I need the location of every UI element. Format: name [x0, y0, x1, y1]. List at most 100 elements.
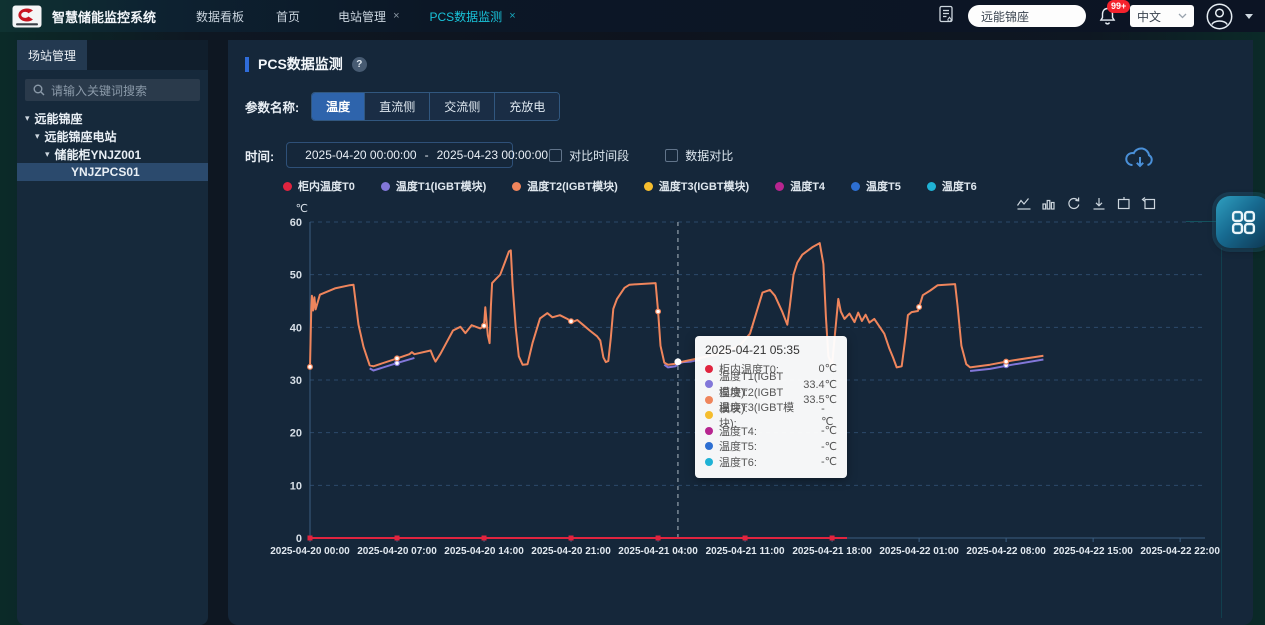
tree-item-label: YNJZPCS01 [71, 165, 140, 179]
series-dot-icon [705, 427, 713, 435]
tooltip-series-value: 33.4℃ [793, 378, 837, 391]
user-menu-caret-icon[interactable] [1245, 14, 1253, 19]
legend-item-温度T5[interactable]: 温度T5 [851, 178, 901, 194]
tooltip-row: 温度T3(IGBT模块):-℃ [705, 408, 837, 424]
legend-item-温度T1(IGBT模块)[interactable]: 温度T1(IGBT模块) [381, 178, 486, 194]
series-dot-icon [705, 411, 713, 419]
legend-label: 温度T5 [866, 178, 901, 194]
tooltip-series-label: 温度T6: [719, 454, 757, 470]
legend-item-温度T6[interactable]: 温度T6 [927, 178, 977, 194]
tooltip-row: 温度T6: -℃ [705, 454, 837, 470]
app-title: 智慧储能监控系统 [52, 7, 156, 26]
legend-dot-icon [927, 182, 936, 191]
legend-label: 温度T6 [942, 178, 977, 194]
sidebar-search-input[interactable]: 请输入关键词搜索 [25, 79, 200, 101]
nav-right: 远能锦座 99+ 中文 [936, 3, 1253, 30]
tree-item-储能柜YNJZ001[interactable]: ▾ 储能柜YNJZ001 [17, 145, 208, 163]
svg-text:2025-04-20 07:00: 2025-04-20 07:00 [357, 546, 437, 557]
toolbox-bar-chart-icon[interactable] [1041, 196, 1057, 212]
svg-text:50: 50 [290, 270, 302, 282]
decor-line [1221, 248, 1222, 618]
svg-text:2025-04-21 18:00: 2025-04-21 18:00 [792, 546, 872, 557]
legend-dot-icon [851, 182, 860, 191]
sidebar-tab-row: 场站管理 [17, 40, 208, 70]
language-select[interactable]: 中文 [1130, 5, 1194, 27]
legend-label: 温度T2(IGBT模块) [527, 178, 617, 194]
station-search-value: 远能锦座 [981, 8, 1029, 25]
legend-dot-icon [644, 182, 653, 191]
svg-text:2025-04-22 15:00: 2025-04-22 15:00 [1053, 546, 1133, 557]
close-icon[interactable]: × [509, 10, 515, 22]
nav-tab-label: 电站管理 [338, 8, 386, 25]
legend-dot-icon [512, 182, 521, 191]
svg-text:20: 20 [290, 428, 302, 440]
legend-label: 温度T1(IGBT模块) [396, 178, 486, 194]
close-icon[interactable]: × [393, 10, 399, 22]
legend-item-温度T4[interactable]: 温度T4 [775, 178, 825, 194]
nav-menu-item-1[interactable]: 首页 [276, 8, 300, 25]
tree-caret-icon[interactable]: ▾ [25, 113, 30, 124]
series-dot-icon [705, 442, 713, 450]
svg-text:2025-04-21 11:00: 2025-04-21 11:00 [706, 546, 785, 557]
tooltip-series-label: 温度T5: [719, 438, 757, 454]
nav-tab-1[interactable]: PCS数据监测 × [430, 8, 516, 25]
toolbox-line-chart-icon[interactable] [1016, 196, 1032, 212]
toolbox-save-image-icon[interactable] [1091, 196, 1107, 212]
nav-tabs: 电站管理 × PCS数据监测 × [338, 8, 516, 25]
toolbox-zoom-reset-icon[interactable] [1141, 196, 1157, 212]
series-dot-icon [705, 396, 713, 404]
legend-item-温度T3(IGBT模块)[interactable]: 温度T3(IGBT模块) [644, 178, 749, 194]
toolbox-restore-icon[interactable] [1066, 196, 1082, 212]
tree-item-远能锦座[interactable]: ▾ 远能锦座 [17, 109, 208, 127]
y-axis-unit: ℃ [286, 202, 308, 215]
legend-dot-icon [283, 182, 292, 191]
svg-text:40: 40 [290, 322, 302, 334]
tree-item-YNJZPCS01[interactable]: YNJZPCS01 [17, 163, 208, 181]
chart-toolbox [1016, 196, 1157, 212]
station-tree: ▾ 远能锦座 ▾ 远能锦座电站 ▾ 储能柜YNJZ001 YNJZPCS01 [17, 109, 208, 181]
sidebar-tab-station-management[interactable]: 场站管理 [17, 40, 87, 70]
legend-label: 柜内温度T0 [298, 178, 355, 194]
tree-caret-icon[interactable]: ▾ [45, 149, 50, 160]
chart-legend: 柜内温度T0 温度T1(IGBT模块) 温度T2(IGBT模块) 温度T3(IGBT模… [283, 178, 977, 194]
tree-item-label: 远能锦座 [35, 110, 83, 127]
tree-item-label: 储能柜YNJZ001 [55, 146, 142, 163]
legend-dot-icon [775, 182, 784, 191]
station-search-input[interactable]: 远能锦座 [968, 5, 1086, 27]
svg-text:2025-04-22 01:00: 2025-04-22 01:00 [879, 546, 959, 557]
tree-item-远能锦座电站[interactable]: ▾ 远能锦座电站 [17, 127, 208, 145]
sidebar-search-placeholder: 请输入关键词搜索 [51, 82, 147, 99]
temperature-line-chart[interactable]: 01020304050602025-04-20 00:002025-04-20 … [228, 40, 1253, 625]
tree-item-label: 远能锦座电站 [45, 128, 117, 145]
tooltip-series-value: -℃ [811, 455, 837, 468]
app-root: 智慧储能监控系统 数据看板 首页 电站管理 × PCS数据监测 × 远能锦座 99+ [0, 0, 1265, 625]
svg-text:2025-04-20 14:00: 2025-04-20 14:00 [444, 546, 524, 557]
decor-line [1186, 221, 1216, 222]
notification-bell-icon[interactable]: 99+ [1098, 6, 1118, 26]
toolbox-data-zoom-icon[interactable] [1116, 196, 1132, 212]
tooltip-series-value: 0℃ [809, 362, 837, 375]
nav-tab-0[interactable]: 电站管理 × [338, 8, 399, 25]
report-icon[interactable] [936, 4, 956, 29]
svg-text:2025-04-22 22:00: 2025-04-22 22:00 [1140, 546, 1220, 557]
legend-item-柜内温度T0[interactable]: 柜内温度T0 [283, 178, 355, 194]
grid-icon [1230, 209, 1257, 236]
tooltip-title: 2025-04-21 05:35 [705, 343, 837, 357]
quick-menu-button[interactable] [1216, 196, 1265, 248]
search-icon [33, 84, 45, 96]
tree-caret-icon[interactable]: ▾ [35, 131, 40, 142]
svg-text:2025-04-20 00:00: 2025-04-20 00:00 [270, 546, 350, 557]
app-logo-icon [12, 5, 42, 28]
nav-menu-item-0[interactable]: 数据看板 [196, 8, 244, 25]
svg-text:10: 10 [290, 480, 302, 492]
series-dot-icon [705, 365, 713, 373]
series-dot-icon [705, 458, 713, 466]
top-navbar: 智慧储能监控系统 数据看板 首页 电站管理 × PCS数据监测 × 远能锦座 99+ [0, 0, 1265, 32]
chart-tooltip: 2025-04-21 05:35 柜内温度T0:0℃温度T1(IGBT模块):3… [695, 336, 847, 478]
nav-tab-label: PCS数据监测 [430, 8, 503, 25]
tooltip-row: 温度T5:-℃ [705, 439, 837, 455]
legend-item-温度T2(IGBT模块)[interactable]: 温度T2(IGBT模块) [512, 178, 617, 194]
tooltip-series-value: -℃ [811, 424, 837, 437]
user-avatar[interactable] [1206, 3, 1233, 30]
tooltip-series-label: 温度T4: [719, 423, 757, 439]
